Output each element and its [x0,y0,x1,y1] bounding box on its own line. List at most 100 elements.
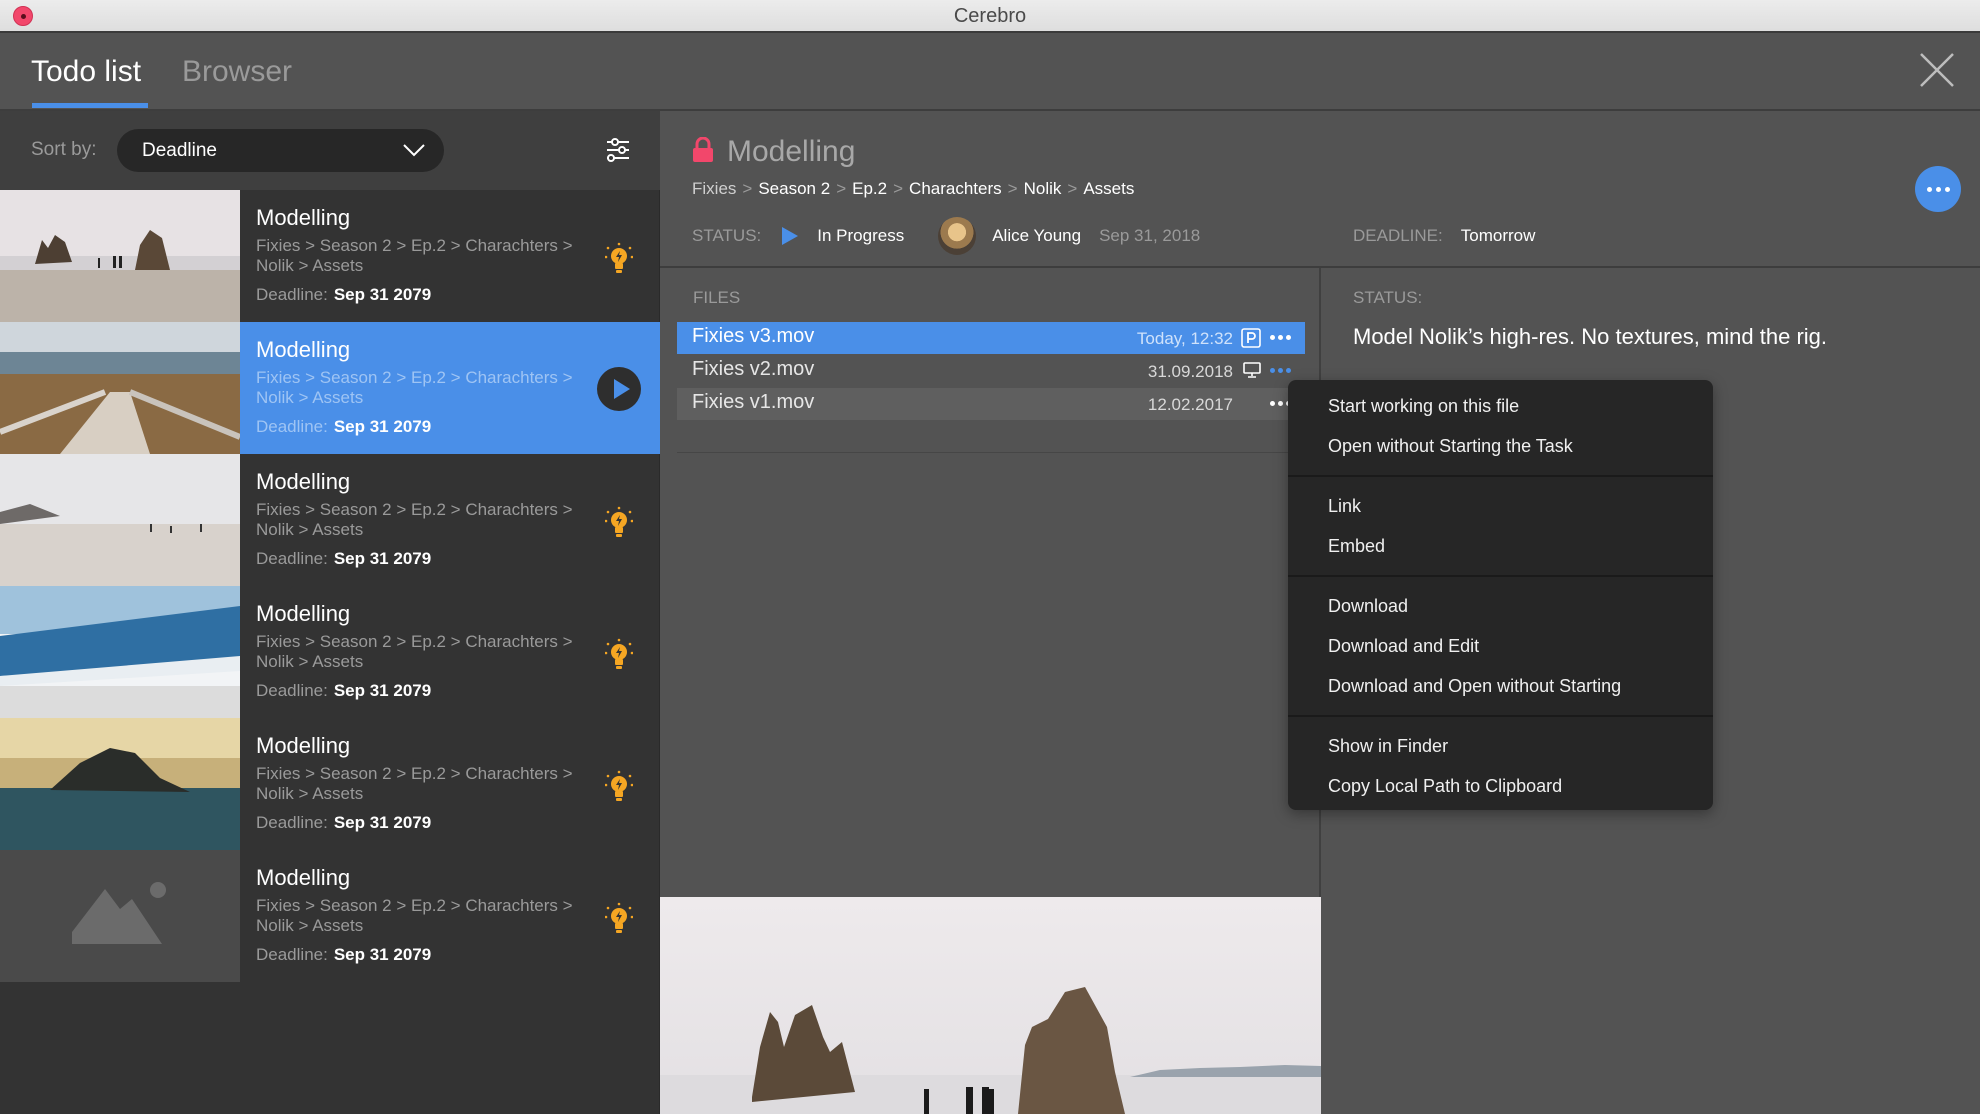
task-deadline: Deadline: Sep 31 2079 [256,813,431,833]
task-thumbnail [0,586,240,718]
task-thumbnail [0,454,240,586]
deadline-label: Deadline: [256,549,328,568]
task-title: Modelling [256,733,351,758]
task-list-item[interactable]: Modelling Fixies > Season 2 > Ep.2 > Char… [0,850,660,982]
task-deadline: Deadline: Sep 31 2079 [256,945,431,965]
file-more-icon[interactable] [1270,335,1291,340]
lightbulb-icon[interactable] [604,902,634,941]
menu-item[interactable]: Download [1288,586,1713,626]
file-more-icon[interactable] [1270,368,1291,373]
task-deadline: Deadline: Sep 31 2079 [256,549,431,569]
menu-item[interactable]: Copy Local Path to Clipboard [1288,766,1713,806]
active-tab-indicator [32,103,148,108]
todo-list-panel: Sort by: Deadline Modelling Fixies > Seas… [0,111,660,1114]
task-list-item[interactable]: Modelling Fixies > Season 2 > Ep.2 > Char… [0,190,660,322]
lightbulb-icon[interactable] [604,242,634,281]
task-list-item[interactable]: Modelling Fixies > Season 2 > Ep.2 > Char… [0,586,660,718]
filter-sliders-icon[interactable] [606,137,630,163]
breadcrumb-item[interactable]: Ep.2 [852,179,887,198]
deadline-value: Sep 31 2079 [333,417,432,436]
task-list-item[interactable]: Modelling Fixies > Season 2 > Ep.2 > Char… [0,454,660,586]
task-title: Modelling [727,135,856,168]
publish-icon [1241,328,1261,348]
menu-separator [1288,715,1713,717]
task-title: Modelling [256,337,351,362]
lightbulb-icon[interactable] [604,506,634,545]
window-title: Cerebro [953,5,1027,27]
play-icon[interactable] [597,367,641,411]
task-list-item[interactable]: Modelling Fixies > Season 2 > Ep.2 > Char… [0,322,660,454]
file-date: 12.02.2017 [1147,395,1233,414]
deadline-block: DEADLINE: Tomorrow [1353,219,1535,253]
window-titlebar: Cerebro [0,0,1980,33]
close-icon[interactable] [1918,51,1956,89]
breadcrumb-item[interactable]: Nolik [1024,179,1062,198]
deadline-label: Deadline: [256,681,328,700]
breadcrumb-separator: > [893,179,904,198]
breadcrumb-item[interactable]: Fixies [692,179,736,198]
assignee-date: Sep 31, 2018 [1099,226,1201,245]
file-name: Fixies v1.mov [692,391,815,413]
menu-item[interactable]: Start working on this file [1288,386,1713,426]
lightbulb-icon[interactable] [604,770,634,809]
deadline-label: Deadline: [256,285,328,304]
file-row[interactable]: Fixies v3.mov Today, 12:32 [677,322,1305,354]
files-label: FILES [693,288,741,307]
file-name: Fixies v2.mov [692,358,815,380]
menu-item[interactable]: Download and Edit [1288,626,1713,666]
sort-dropdown[interactable]: Deadline [117,129,444,172]
status-value[interactable]: In Progress [817,226,904,246]
deadline-value: Sep 31 2079 [333,813,432,832]
deadline-value: Tomorrow [1460,226,1536,245]
task-thumbnail [0,850,240,982]
menu-item[interactable]: Link [1288,486,1713,526]
menu-item[interactable]: Open without Starting the Task [1288,426,1713,466]
deadline-value: Sep 31 2079 [333,681,432,700]
tab-browser[interactable]: Browser [182,55,292,89]
sort-label: Sort by: [31,139,97,160]
breadcrumb-item[interactable]: Charachters [909,179,1002,198]
task-path: Fixies > Season 2 > Ep.2 > Charachters >… [256,236,573,275]
file-row[interactable]: Fixies v1.mov 12.02.2017 [677,388,1305,420]
task-path: Fixies > Season 2 > Ep.2 > Charachters >… [256,368,573,407]
task-path: Fixies > Season 2 > Ep.2 > Charachters >… [256,500,573,539]
file-context-menu: Start working on this file Open without S… [1288,380,1713,810]
assignee-name[interactable]: Alice Young [992,226,1081,246]
sort-bar: Sort by: Deadline [0,111,660,190]
file-date: Today, 12:32 [1136,329,1233,348]
status-pane-text: Model Nolik’s high-res. No textures, min… [1353,324,1828,349]
menu-separator [1288,575,1713,577]
deadline-label: Deadline: [256,945,328,964]
breadcrumb-separator: > [836,179,847,198]
status-pane-label: STATUS: [1353,288,1423,307]
menu-item[interactable]: Show in Finder [1288,726,1713,766]
breadcrumb: Fixies > Season 2 > Ep.2 > Charachters > Nolik > A… [692,179,1134,199]
breadcrumb-separator: > [1067,179,1078,198]
task-thumbnail [0,718,240,850]
task-deadline: Deadline: Sep 31 2079 [256,681,431,701]
task-path: Fixies > Season 2 > Ep.2 > Charachters >… [256,764,573,803]
deadline-label: Deadline: [256,417,328,436]
task-list-item[interactable]: Modelling Fixies > Season 2 > Ep.2 > Char… [0,718,660,850]
file-row[interactable]: Fixies v2.mov 31.09.2018 [677,355,1305,387]
menu-item[interactable]: Embed [1288,526,1713,566]
menu-item[interactable]: Download and Open without Starting [1288,666,1713,706]
tab-todo-list[interactable]: Todo list [31,55,141,89]
task-deadline: Deadline: Sep 31 2079 [256,285,431,305]
breadcrumb-item[interactable]: Season 2 [758,179,830,198]
deadline-value: Sep 31 2079 [333,945,432,964]
deadline-value: Sep 31 2079 [333,285,432,304]
files-panel: FILES Fixies v3.mov Today, 12:32 Fixies … [660,268,1321,897]
task-detail-header: Modelling Fixies > Season 2 > Ep.2 > Charachte… [660,111,1980,268]
deadline-label: Deadline: [256,813,328,832]
sort-value: Deadline [142,140,217,161]
lightbulb-icon[interactable] [604,638,634,677]
task-title: Modelling [256,865,351,890]
status-label: STATUS: [692,226,762,245]
breadcrumb-item[interactable]: Assets [1083,179,1134,198]
more-options-button[interactable] [1915,166,1961,212]
status-row: STATUS: In Progress Alice Young Sep 31, … [692,217,1201,255]
file-name: Fixies v3.mov [692,325,815,347]
file-preview-image[interactable] [660,897,1321,1114]
task-title: Modelling [256,601,351,626]
